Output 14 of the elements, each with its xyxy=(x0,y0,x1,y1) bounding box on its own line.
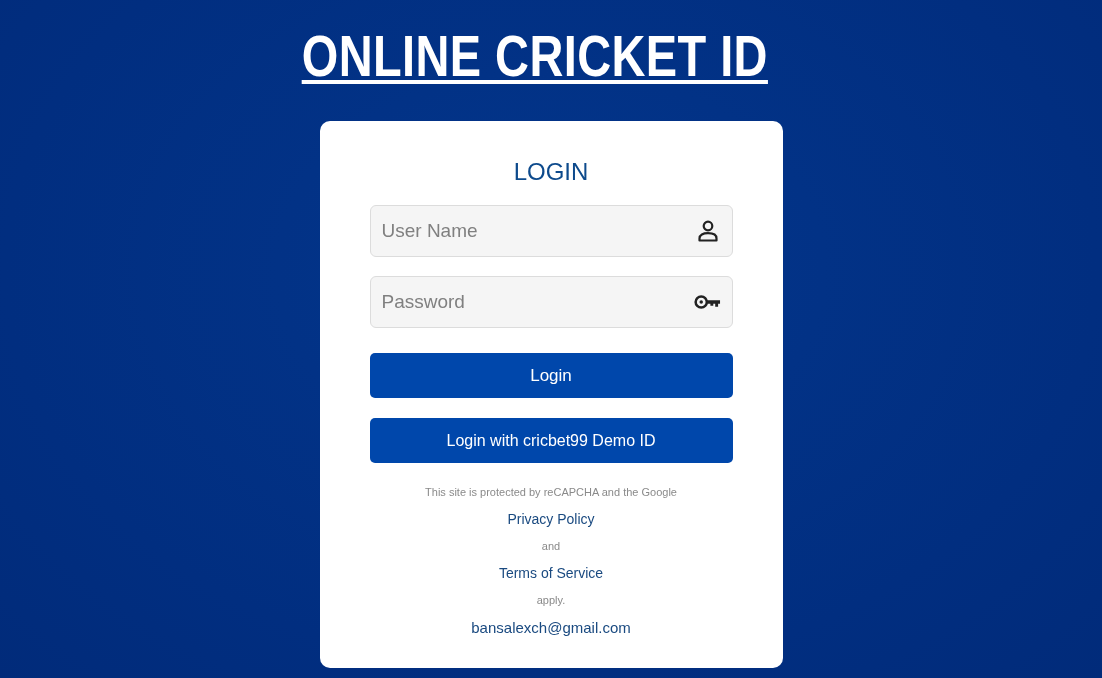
login-button[interactable]: Login xyxy=(369,353,733,398)
key-icon xyxy=(693,294,721,310)
login-title: LOGIN xyxy=(513,158,589,185)
policy-link[interactable]: Privacy Policy xyxy=(507,511,595,528)
username-field[interactable]: User Name xyxy=(369,205,733,257)
notice-text: and xyxy=(541,539,561,554)
email-link[interactable]: bansalexch@gmail.com xyxy=(471,619,631,636)
person-icon xyxy=(697,220,718,242)
page-heading: ONLINE CRICKET ID xyxy=(301,26,769,86)
notice-text: apply. xyxy=(536,593,566,608)
password-field[interactable]: Password xyxy=(369,276,733,328)
demo-login-button[interactable]: Login with cricbet99 Demo ID xyxy=(369,418,733,463)
notice-text: This site is protected by reCAPCHA and the Google xyxy=(425,485,677,500)
policy-link[interactable]: Terms of Service xyxy=(498,565,604,582)
